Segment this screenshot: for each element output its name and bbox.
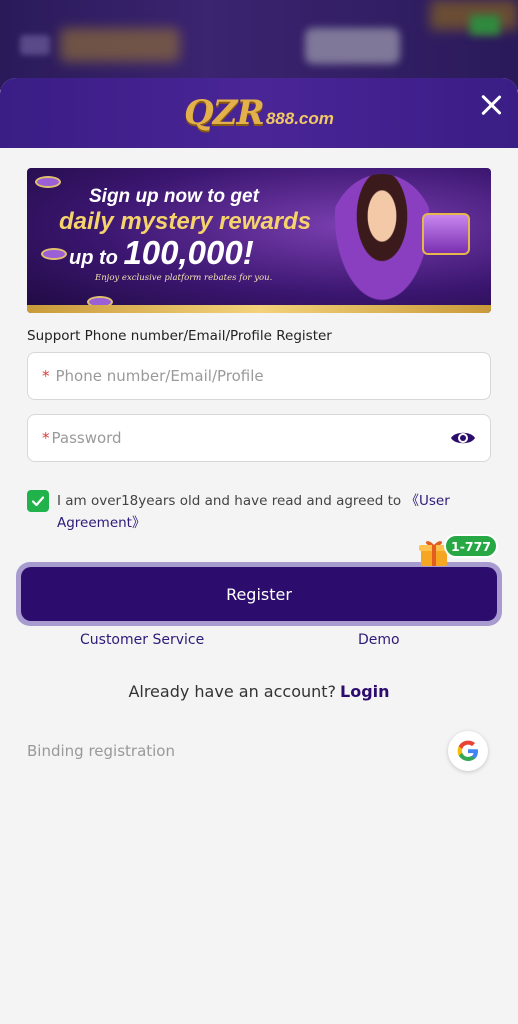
agreement-label: I am over18years old and have read and a… bbox=[57, 493, 406, 509]
register-button-frame: Register bbox=[16, 562, 502, 626]
logo-domain-text: 888.com bbox=[265, 109, 334, 128]
login-link[interactable]: Login bbox=[340, 682, 390, 701]
banner-line-4: Enjoy exclusive platform rebates for you… bbox=[95, 273, 273, 283]
banner-line-3: up to 100,000! bbox=[69, 234, 254, 272]
blurred-menu-icon bbox=[20, 35, 50, 55]
logo-main-text: QZR bbox=[184, 93, 265, 133]
binding-registration-label: Binding registration bbox=[27, 742, 175, 760]
banner-line-1: Sign up now to get bbox=[89, 186, 259, 207]
login-prompt: Already have an account? Login bbox=[0, 682, 518, 701]
agreement-row: I am over18years old and have read and a… bbox=[27, 490, 491, 534]
banner-prefix: up to bbox=[69, 247, 124, 269]
agreement-text: I am over18years old and have read and a… bbox=[57, 490, 491, 534]
google-login-button[interactable] bbox=[448, 731, 488, 771]
banner-character-image bbox=[327, 174, 437, 313]
eye-icon[interactable] bbox=[450, 429, 476, 447]
google-icon bbox=[457, 740, 478, 761]
required-marker: * bbox=[42, 367, 50, 385]
account-placeholder: Phone number/Email/Profile bbox=[55, 367, 264, 385]
banner-gold-trim bbox=[27, 305, 491, 313]
password-placeholder: Password bbox=[51, 429, 122, 447]
chip-icon bbox=[41, 248, 67, 260]
modal-header: QZR 888.com bbox=[0, 78, 518, 148]
register-modal: QZR 888.com Sign up now to get daily mys… bbox=[0, 78, 518, 1024]
banner-amount: 100,000! bbox=[123, 234, 254, 271]
account-input[interactable]: * Phone number/Email/Profile bbox=[27, 352, 491, 400]
required-marker: * bbox=[42, 429, 50, 447]
already-text: Already have an account? bbox=[128, 682, 337, 701]
banner-line-2: daily mystery rewards bbox=[59, 208, 312, 235]
support-label: Support Phone number/Email/Profile Regis… bbox=[27, 328, 332, 344]
blurred-indicator bbox=[470, 15, 500, 35]
customer-service-link[interactable]: Customer Service bbox=[80, 632, 204, 648]
demo-link[interactable]: Demo bbox=[358, 632, 400, 648]
password-input[interactable]: * Password bbox=[27, 414, 491, 462]
close-icon[interactable] bbox=[476, 90, 506, 120]
check-icon bbox=[31, 496, 45, 507]
blurred-logo bbox=[60, 28, 180, 62]
treasure-chest-icon bbox=[422, 213, 470, 255]
background-top-bar bbox=[0, 0, 518, 90]
register-button[interactable]: Register bbox=[21, 567, 497, 621]
blurred-button bbox=[305, 28, 400, 64]
agree-checkbox[interactable] bbox=[27, 490, 49, 512]
gift-amount-badge[interactable]: 1-777 bbox=[444, 534, 498, 558]
chip-icon bbox=[35, 176, 61, 188]
promo-banner[interactable]: Sign up now to get daily mystery rewards… bbox=[27, 168, 491, 313]
brand-logo: QZR 888.com bbox=[184, 93, 334, 133]
